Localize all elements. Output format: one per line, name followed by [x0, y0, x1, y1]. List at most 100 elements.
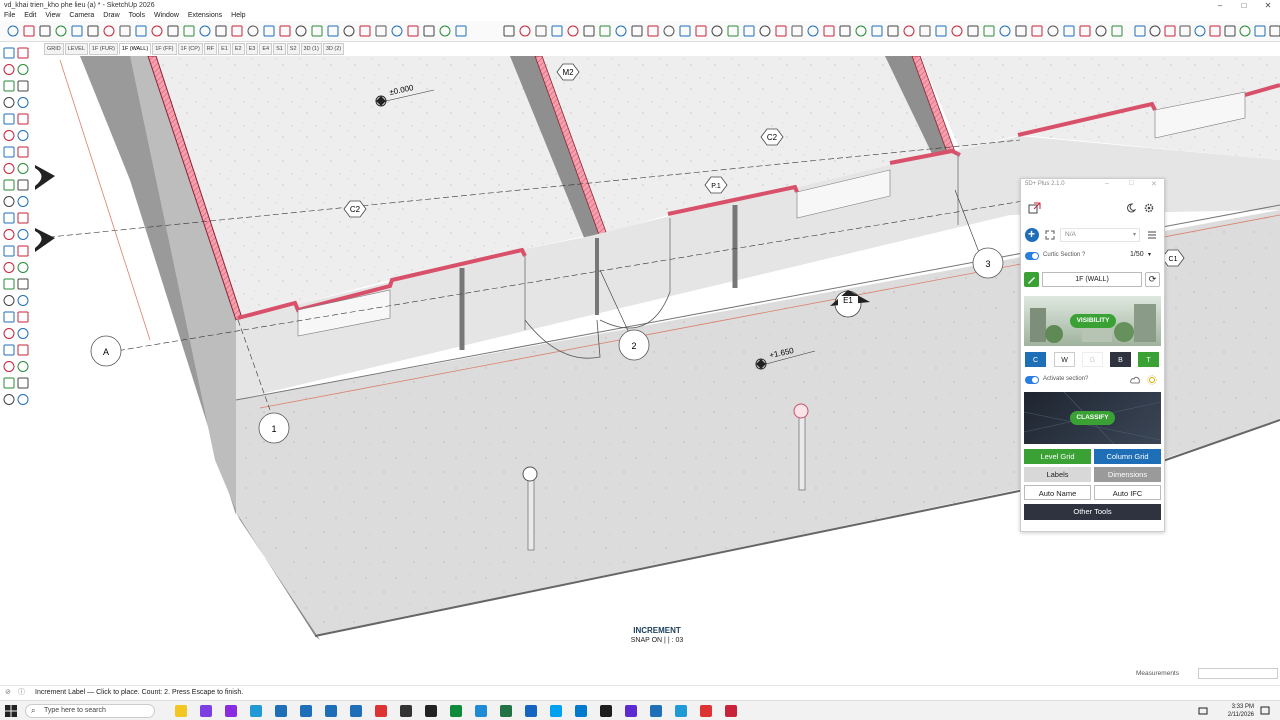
toolbar-tool-icon[interactable]	[359, 25, 371, 37]
toolbar-tool-icon[interactable]	[711, 25, 723, 37]
class-g-button[interactable]: G	[1082, 352, 1103, 367]
tab-1f-fur[interactable]: 1F (FUR)	[88, 43, 118, 55]
tab-3d-2[interactable]: 3D (2)	[322, 43, 345, 55]
palette-tool-icon[interactable]	[17, 344, 29, 356]
palette-tool-icon[interactable]	[3, 262, 15, 273]
taskbar-app-icon[interactable]	[425, 705, 437, 717]
grid-bubble-3[interactable]: 3	[972, 247, 1004, 279]
add-button[interactable]: +	[1025, 227, 1039, 242]
toolbar-tool-icon[interactable]	[375, 25, 387, 37]
palette-tool-icon[interactable]	[17, 295, 29, 306]
toolbar-tool-icon[interactable]	[1111, 25, 1123, 37]
taskbar-app-icon[interactable]	[275, 705, 287, 717]
maximize-button[interactable]: □	[1234, 0, 1254, 11]
auto-ifc-button[interactable]: Auto IFC	[1094, 485, 1161, 500]
toolbar-tool-icon[interactable]	[951, 25, 963, 37]
toolbar-tool-icon[interactable]	[807, 25, 819, 37]
toolbar-tool-icon[interactable]	[295, 25, 307, 37]
toolbar-tool-icon[interactable]	[1015, 25, 1027, 37]
class-t-button[interactable]: T	[1138, 352, 1159, 367]
toolbar-tool-icon[interactable]	[279, 25, 291, 37]
taskbar-app-icon[interactable]	[375, 705, 387, 717]
taskbar-app-icon[interactable]	[400, 705, 412, 717]
taskbar-app-icon[interactable]	[175, 705, 187, 717]
toolbar-tool-icon[interactable]	[519, 25, 531, 37]
toolbar-tool-icon[interactable]	[1224, 25, 1236, 37]
measurements-input[interactable]	[1198, 668, 1278, 679]
toolbar-tool-icon[interactable]	[391, 25, 403, 37]
geolocation-icon[interactable]: ⊘	[5, 686, 11, 700]
toolbar-tool-icon[interactable]	[1063, 25, 1075, 37]
toolbar-tool-icon[interactable]	[759, 25, 771, 37]
palette-tool-icon[interactable]	[17, 113, 29, 125]
taskbar-app-icon[interactable]	[600, 705, 612, 717]
toolbar-tool-icon[interactable]	[103, 25, 115, 37]
toolbar-tool-icon[interactable]	[311, 25, 323, 37]
palette-tool-icon[interactable]	[17, 97, 29, 108]
tab-1f-wall[interactable]: 1F (WALL)	[118, 43, 152, 55]
menu-window[interactable]: Window	[154, 11, 179, 21]
classify-button[interactable]: CLASSIFY	[1070, 411, 1115, 425]
toolbar-tool-icon[interactable]	[727, 25, 739, 37]
toolbar-tool-icon[interactable]	[455, 25, 467, 37]
palette-tool-icon[interactable]	[3, 295, 15, 306]
taskbar-app-icon[interactable]	[300, 705, 312, 717]
toolbar-tool-icon[interactable]	[999, 25, 1011, 37]
toolbar-tool-icon[interactable]	[839, 25, 851, 37]
toolbar-tool-icon[interactable]	[535, 25, 547, 37]
palette-tool-icon[interactable]	[3, 377, 15, 389]
palette-tool-icon[interactable]	[17, 196, 29, 207]
toolbar-tool-icon[interactable]	[423, 25, 435, 37]
toolbar-tool-icon[interactable]	[407, 25, 419, 37]
toolbar-tool-icon[interactable]	[695, 25, 707, 37]
grid-bubble-1[interactable]: 1	[258, 412, 290, 444]
info-icon[interactable]: ⓘ	[18, 686, 25, 700]
taskbar-clock[interactable]: 3:33 PM 2/11/2026	[1214, 703, 1254, 719]
palette-tool-icon[interactable]	[3, 196, 15, 207]
palette-tool-icon[interactable]	[17, 163, 29, 174]
category-dropdown[interactable]: N/A ▾	[1060, 228, 1140, 242]
toolbar-tool-icon[interactable]	[1095, 25, 1107, 37]
curtic-section-toggle[interactable]	[1025, 252, 1039, 260]
palette-tool-icon[interactable]	[3, 47, 15, 59]
palette-tool-icon[interactable]	[3, 394, 15, 405]
toolbar-tool-icon[interactable]	[583, 25, 595, 37]
class-c-button[interactable]: C	[1025, 352, 1046, 367]
menu-help[interactable]: Help	[231, 11, 245, 21]
palette-tool-icon[interactable]	[17, 179, 29, 191]
toolbar-tool-icon[interactable]	[1269, 25, 1280, 37]
toolbar-tool-icon[interactable]	[567, 25, 579, 37]
taskbar-app-icon[interactable]	[625, 705, 637, 717]
toolbar-tool-icon[interactable]	[151, 25, 163, 37]
notification-icon[interactable]	[1260, 706, 1270, 716]
taskbar-app-icon[interactable]	[500, 705, 512, 717]
network-icon[interactable]	[1198, 706, 1208, 716]
palette-tool-icon[interactable]	[17, 394, 29, 405]
tab-e3[interactable]: E3	[245, 43, 259, 55]
settings-gear-icon[interactable]	[1144, 203, 1154, 213]
toolbar-tool-icon[interactable]	[983, 25, 995, 37]
toolbar-tool-icon[interactable]	[1179, 25, 1191, 37]
panel-maximize-button[interactable]: □	[1129, 180, 1133, 187]
toolbar-tool-icon[interactable]	[551, 25, 563, 37]
sun-icon[interactable]	[1147, 375, 1157, 385]
tab-level[interactable]: LEVEL	[64, 43, 88, 55]
section-arrow-upper[interactable]	[35, 165, 55, 190]
toolbar-tool-icon[interactable]	[1079, 25, 1091, 37]
toolbar-tool-icon[interactable]	[1047, 25, 1059, 37]
taskbar-app-icon[interactable]	[450, 705, 462, 717]
toolbar-tool-icon[interactable]	[599, 25, 611, 37]
menu-extensions[interactable]: Extensions	[188, 11, 222, 21]
toolbar-tool-icon[interactable]	[1209, 25, 1221, 37]
panel-minimize-button[interactable]: –	[1105, 180, 1109, 187]
tab-grid[interactable]: GRID	[44, 43, 64, 55]
class-w-button[interactable]: W	[1054, 352, 1075, 367]
taskbar-app-icon[interactable]	[575, 705, 587, 717]
refresh-icon[interactable]: ⟳	[1145, 272, 1160, 287]
palette-tool-icon[interactable]	[17, 328, 29, 339]
section-edit-button[interactable]	[1024, 272, 1039, 287]
tab-1f-cp[interactable]: 1F (CP)	[177, 43, 203, 55]
taskbar-app-icon[interactable]	[200, 705, 212, 717]
windows-start-icon[interactable]	[5, 705, 17, 717]
export-icon[interactable]	[1028, 202, 1042, 214]
